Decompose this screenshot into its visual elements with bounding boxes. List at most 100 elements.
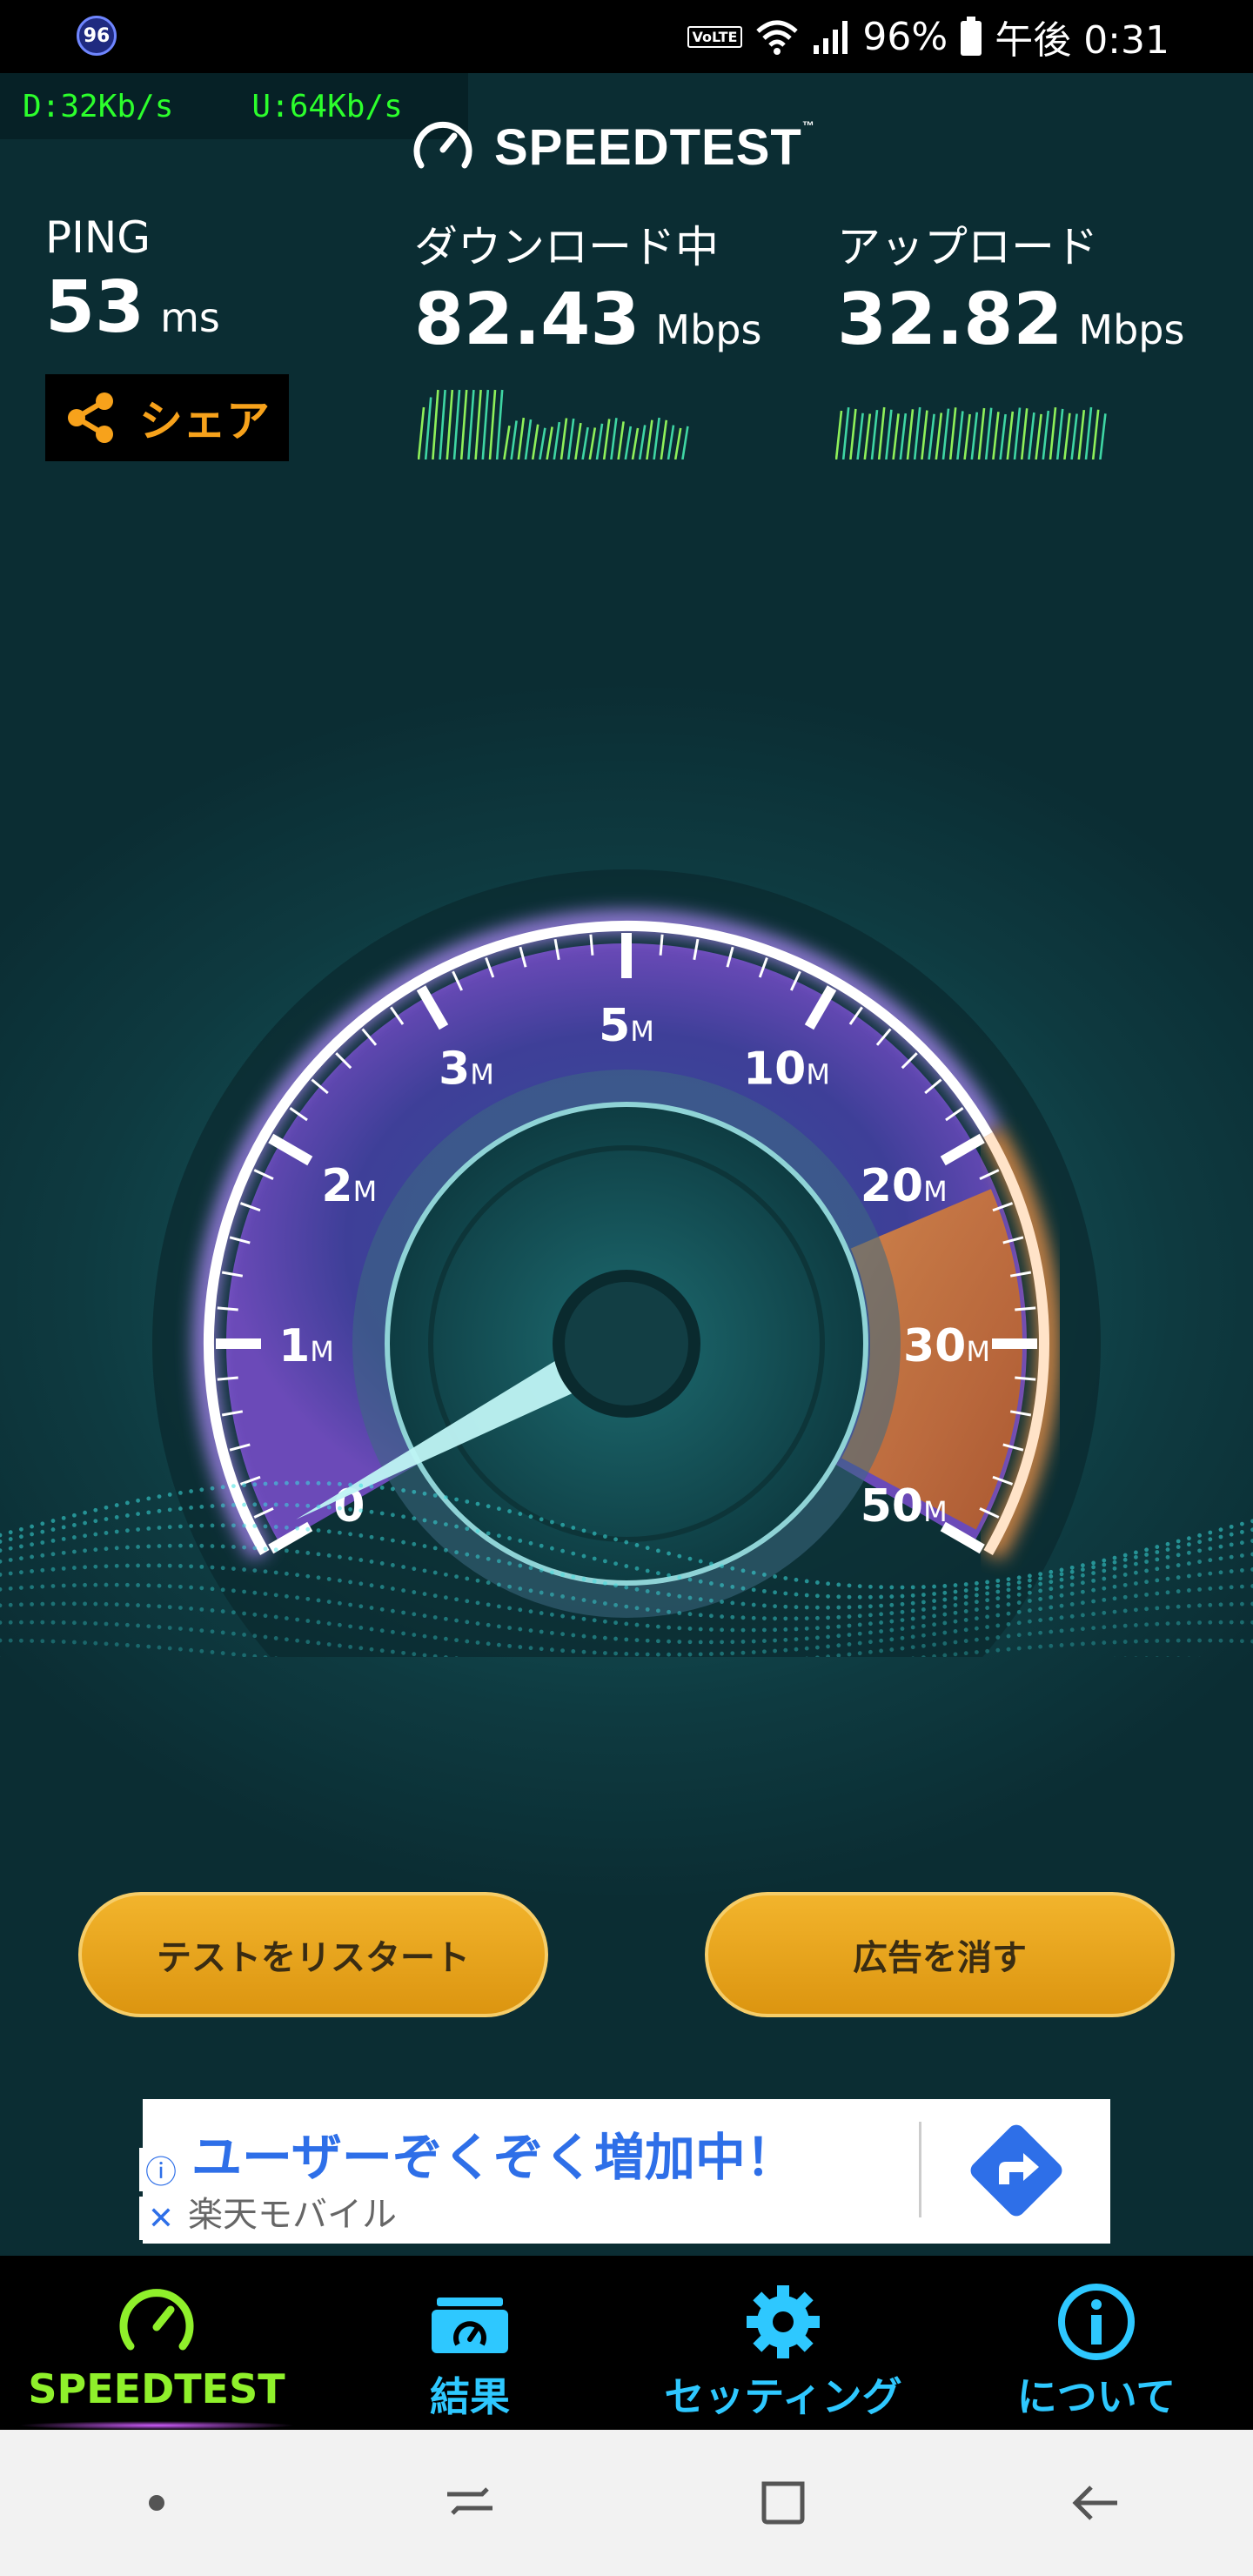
download-graph-bar: [452, 389, 461, 460]
upload-graph-bar: [1091, 409, 1100, 460]
download-graph-bar: [667, 425, 675, 460]
upload-graph-bar: [892, 413, 900, 460]
download-graph-bar: [488, 389, 497, 460]
upload-graph-bar: [835, 410, 843, 460]
nav-settings[interactable]: セッティング: [626, 2256, 940, 2430]
download-graph-bar: [646, 419, 653, 460]
gauge-minor-tick: [659, 934, 664, 956]
system-navigation-bar: [0, 2430, 1253, 2576]
upload-graph-bar: [1077, 409, 1086, 460]
recent-apps-icon[interactable]: [435, 2468, 505, 2538]
upload-graph-bar: [1020, 408, 1029, 460]
nav-about[interactable]: について: [940, 2256, 1253, 2430]
download-graph-bar: [660, 419, 668, 460]
ad-divider: [919, 2122, 921, 2217]
upload-graph-bar: [941, 408, 950, 460]
upload-graph-bar: [948, 407, 957, 460]
upload-graph-bar: [1063, 413, 1071, 460]
download-graph-bar: [467, 389, 475, 460]
upload-graph-bar: [1042, 410, 1050, 460]
download-graph-bar: [517, 417, 526, 460]
trademark: ™: [801, 117, 815, 132]
remove-ads-button[interactable]: 広告を消す: [705, 1892, 1175, 2017]
home-icon[interactable]: [748, 2468, 818, 2538]
upload-graph-bar: [863, 413, 872, 460]
notification-badge: 96: [77, 16, 117, 56]
upload-graph-bar: [906, 409, 915, 460]
ping-stat: PING 53 ms: [45, 212, 220, 349]
restart-test-button[interactable]: テストをリスタート: [78, 1892, 548, 2017]
upload-graph-bar: [970, 412, 979, 460]
ad-info-icon[interactable]: ⓘ: [139, 2148, 183, 2191]
download-graph-bar: [524, 419, 533, 460]
download-graph-bar: [624, 426, 633, 460]
download-graph-bar: [531, 424, 539, 460]
download-graph-bar: [653, 417, 660, 460]
download-graph-bar: [638, 425, 647, 460]
download-graph-bar: [510, 420, 518, 460]
download-graph-bar: [617, 421, 625, 460]
upload-graph-bar: [849, 408, 857, 460]
monitor-upload: U:64Kb/s: [251, 88, 403, 124]
nav-label-settings: セッティング: [664, 2373, 902, 2420]
download-graph-bar: [559, 418, 568, 460]
upload-graph-bar: [984, 407, 993, 460]
upload-graph-bar: [1006, 411, 1015, 460]
download-graph-bar: [446, 389, 454, 460]
upload-graph-bar: [999, 413, 1007, 460]
upload-graph-bar: [921, 410, 928, 460]
back-icon[interactable]: [1062, 2468, 1131, 2538]
gauge-minor-tick: [1015, 1306, 1036, 1311]
ad-close-icon[interactable]: ✕: [139, 2197, 183, 2240]
download-graph-bar: [439, 389, 446, 460]
upload-graph-bar: [963, 413, 971, 460]
upload-graph-bar: [913, 406, 921, 460]
ad-title[interactable]: ユーザーぞくぞく増加中！: [191, 2116, 796, 2190]
network-speed-monitor: D:32Kb/s U:64Kb/s: [0, 73, 468, 139]
download-graph-bar: [553, 421, 561, 460]
upload-graph-bar: [977, 407, 986, 460]
download-graph-bar: [481, 389, 490, 460]
download-graph-bar: [432, 389, 439, 460]
share-button[interactable]: シェア: [45, 374, 289, 461]
nav-label-results: 結果: [430, 2373, 510, 2420]
gear-icon: [747, 2285, 820, 2358]
download-graph-bar: [588, 427, 597, 460]
nav-results[interactable]: 結果: [313, 2256, 626, 2430]
results-folder-icon: [432, 2298, 508, 2353]
upload-graph-bar: [1084, 406, 1093, 460]
nav-speedtest[interactable]: SPEEDTEST: [0, 2256, 313, 2430]
battery-percent: 96%: [862, 14, 948, 59]
download-graph-bar: [581, 426, 589, 460]
volte-icon: VoLTE: [687, 25, 743, 48]
download-stat: ダウンロード中 82.43 Mbps: [414, 212, 761, 361]
upload-label: アップロード: [837, 222, 1098, 272]
upload-graph-bar: [1049, 407, 1057, 460]
dot-icon[interactable]: [122, 2468, 191, 2538]
upload-stat: アップロード 32.82 Mbps: [837, 212, 1184, 361]
upload-graph-bar: [1013, 407, 1022, 460]
share-label: シェア: [139, 396, 270, 446]
download-graph-bar: [681, 426, 689, 460]
ad-sponsor: 楽天モバイル: [188, 2195, 397, 2235]
gauge-minor-tick: [217, 1376, 238, 1381]
monitor-download: D:32Kb/s: [23, 88, 174, 124]
info-icon: [1058, 2284, 1135, 2360]
directions-arrow-icon[interactable]: [961, 2115, 1072, 2226]
download-graph-bar: [424, 397, 432, 460]
download-graph-bar: [546, 426, 553, 460]
upload-graph: [835, 406, 1107, 460]
upload-unit: Mbps: [1078, 306, 1185, 353]
ad-banner[interactable]: ユーザーぞくぞく増加中！ 楽天モバイル ⓘ ✕: [139, 2099, 1110, 2244]
status-bar: 96 VoLTE 96% 午後 0:31: [0, 0, 1253, 73]
download-graph-bar: [474, 389, 482, 460]
download-graph-bar: [566, 418, 575, 460]
upload-graph-bar: [856, 413, 864, 460]
battery-icon: [961, 17, 982, 56]
download-label: ダウンロード中: [414, 222, 719, 272]
download-unit: Mbps: [655, 306, 762, 353]
upload-graph-bar: [1055, 408, 1064, 460]
ping-label: PING: [45, 212, 151, 263]
download-graph-bar: [495, 389, 504, 460]
gauge-minor-tick: [1015, 1376, 1036, 1381]
